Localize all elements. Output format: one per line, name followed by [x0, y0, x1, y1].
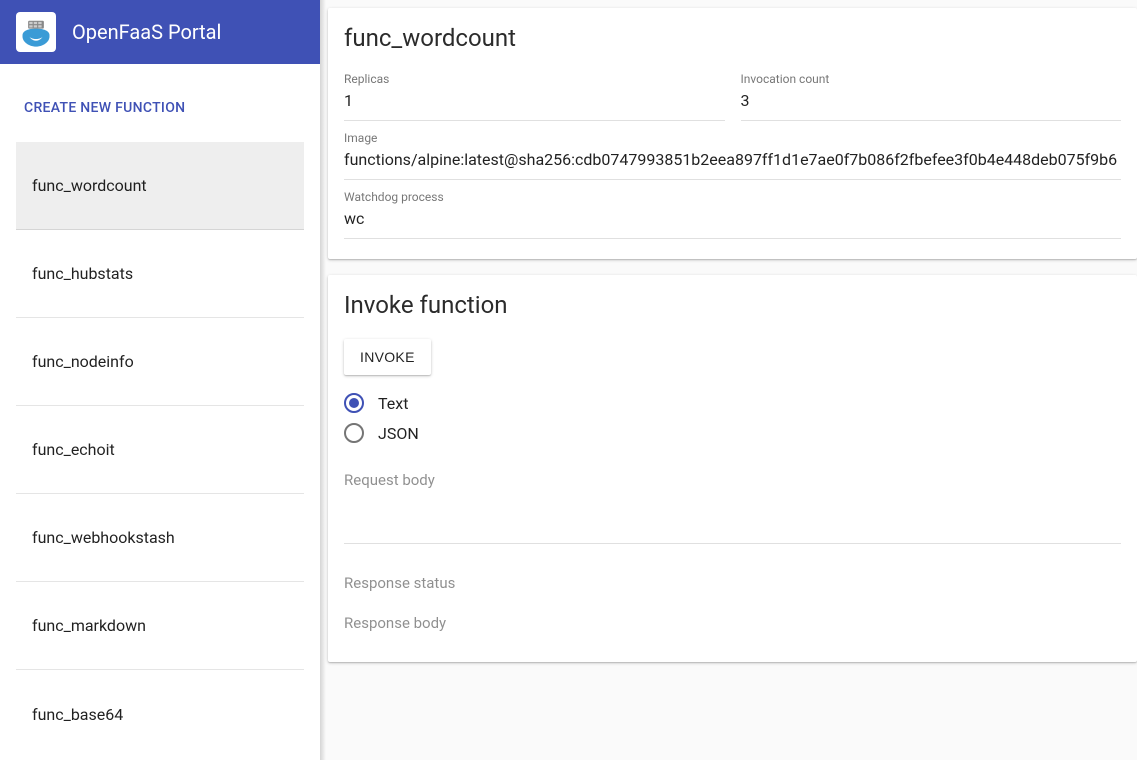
sidebar-item-func_wordcount[interactable]: func_wordcount [16, 142, 304, 230]
app-toolbar: OpenFaaS Portal [0, 0, 320, 64]
whale-icon [18, 14, 54, 50]
function-name-label: func_webhookstash [32, 528, 175, 547]
radio-text-label: Text [378, 394, 408, 413]
radio-json[interactable]: JSON [344, 423, 1121, 443]
request-body-label: Request body [344, 471, 1121, 489]
function-detail-card: func_wordcount Replicas 1 Invocation cou… [328, 8, 1137, 259]
radio-json-label: JSON [378, 424, 419, 443]
create-new-function-label: Create New Function [24, 100, 185, 116]
response-status-label: Response status [344, 574, 1121, 592]
response-status-field: Response status [344, 574, 1121, 592]
watchdog-value: wc [344, 206, 1121, 232]
request-type-radio-group: Text JSON [344, 393, 1121, 443]
replicas-value: 1 [344, 88, 725, 114]
response-body-label: Response body [344, 614, 1121, 632]
sidebar-item-func_base64[interactable]: func_base64 [16, 670, 304, 758]
invocation-count-label: Invocation count [741, 70, 1122, 88]
function-name-label: func_hubstats [32, 264, 133, 283]
invoke-card: Invoke function Invoke Text JSON Request… [328, 275, 1137, 662]
function-list: func_wordcount func_hubstats func_nodein… [0, 142, 320, 758]
create-new-function-button[interactable]: Create New Function [0, 84, 320, 132]
replicas-field: Replicas 1 [344, 68, 725, 121]
watchdog-label: Watchdog process [344, 188, 1121, 206]
radio-icon [344, 393, 364, 413]
image-label: Image [344, 129, 1121, 147]
sidebar-item-func_hubstats[interactable]: func_hubstats [16, 230, 304, 318]
function-name-label: func_markdown [32, 616, 146, 635]
invoke-title: Invoke function [344, 291, 1121, 319]
function-name-label: func_echoit [32, 440, 115, 459]
app-title: OpenFaaS Portal [72, 20, 221, 44]
invoke-button[interactable]: Invoke [344, 339, 431, 375]
watchdog-field: Watchdog process wc [344, 186, 1121, 239]
image-value: functions/alpine:latest@sha256:cdb074799… [344, 147, 1121, 173]
radio-icon [344, 423, 364, 443]
sidebar-item-func_echoit[interactable]: func_echoit [16, 406, 304, 494]
function-title: func_wordcount [344, 24, 1121, 52]
function-name-label: func_base64 [32, 705, 123, 724]
response-body-field: Response body [344, 614, 1121, 632]
image-field: Image functions/alpine:latest@sha256:cdb… [344, 127, 1121, 180]
request-body-field[interactable]: Request body [344, 471, 1121, 544]
sidebar-item-func_webhookstash[interactable]: func_webhookstash [16, 494, 304, 582]
main-content: func_wordcount Replicas 1 Invocation cou… [320, 0, 1137, 760]
invocation-count-value: 3 [741, 88, 1122, 114]
sidebar: OpenFaaS Portal Create New Function func… [0, 0, 320, 760]
invocation-count-field: Invocation count 3 [741, 68, 1122, 121]
replicas-label: Replicas [344, 70, 725, 88]
sidebar-item-func_nodeinfo[interactable]: func_nodeinfo [16, 318, 304, 406]
function-name-label: func_wordcount [32, 176, 147, 195]
sidebar-item-func_markdown[interactable]: func_markdown [16, 582, 304, 670]
function-name-label: func_nodeinfo [32, 352, 134, 371]
radio-text[interactable]: Text [344, 393, 1121, 413]
invoke-button-label: Invoke [360, 349, 415, 365]
openfaas-logo [16, 12, 56, 52]
